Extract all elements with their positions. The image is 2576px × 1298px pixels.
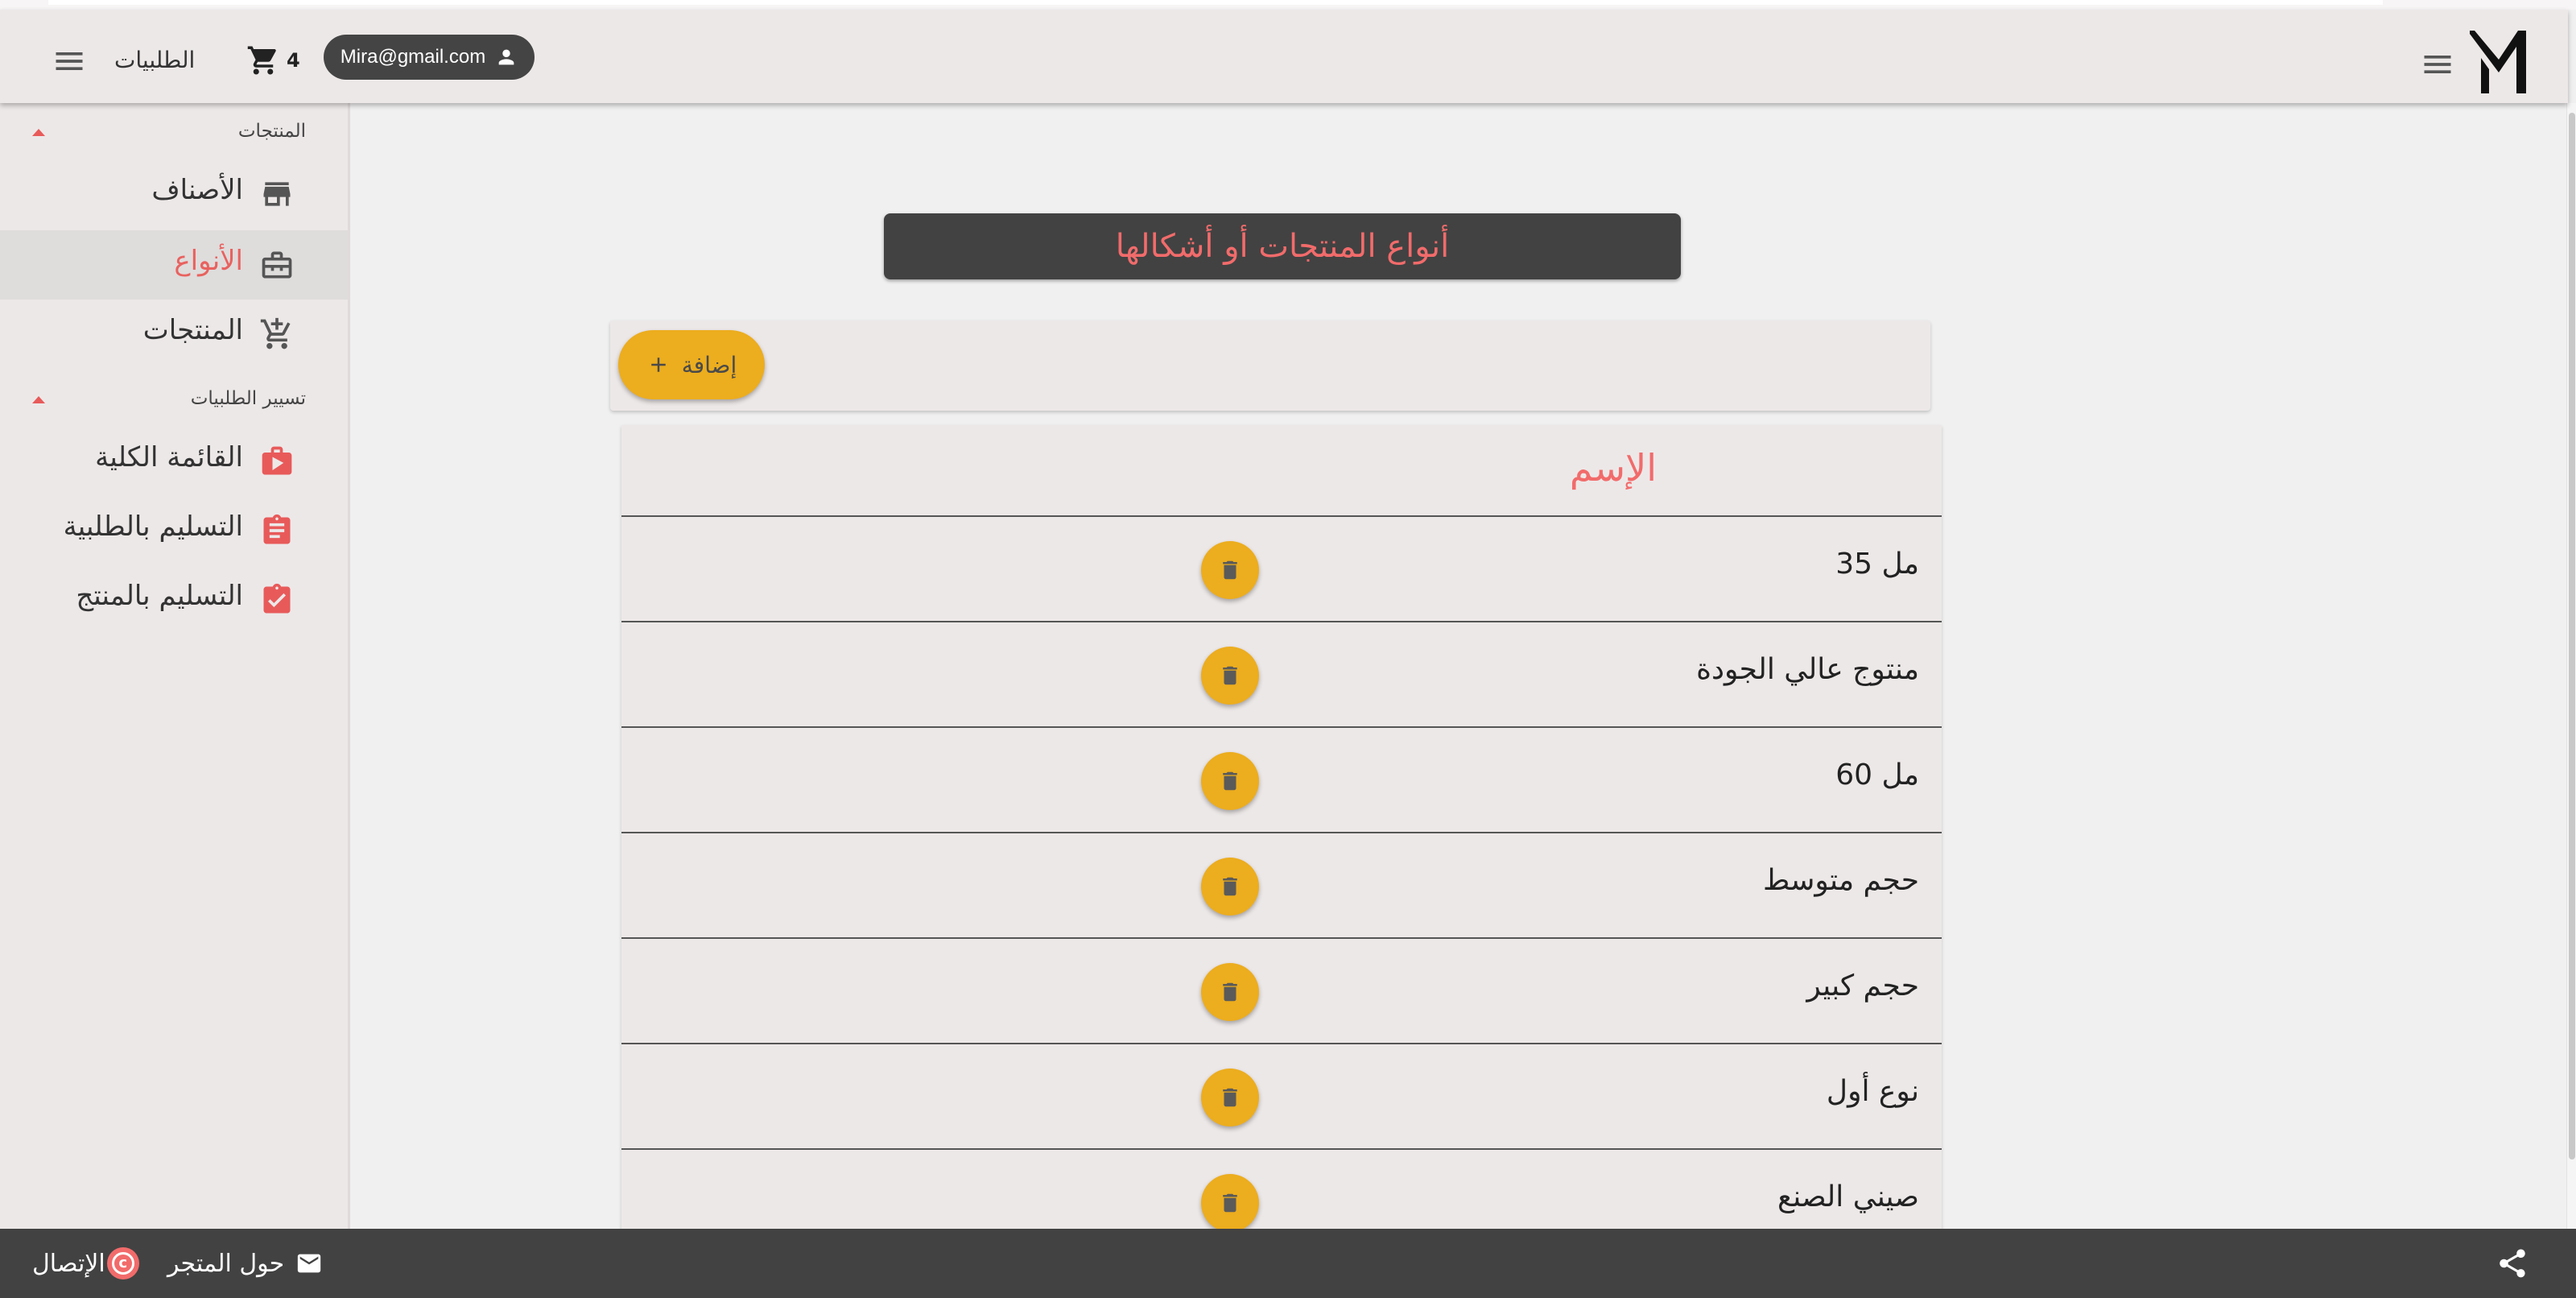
footer: حول المتجر الإتصال c bbox=[0, 1229, 2576, 1298]
sidebar-item-label: الأصناف bbox=[151, 174, 243, 206]
type-name-cell: نوع أول bbox=[1826, 1075, 1919, 1108]
add-button[interactable]: إضافة bbox=[618, 330, 765, 399]
page-scrollbar[interactable] bbox=[2566, 103, 2576, 1229]
delete-button[interactable] bbox=[1201, 541, 1259, 599]
menu-icon[interactable] bbox=[52, 43, 87, 79]
mail-icon bbox=[298, 1254, 321, 1273]
delete-button[interactable] bbox=[1201, 963, 1259, 1021]
sidebar-item-all-orders[interactable]: القائمة الكلية bbox=[0, 427, 348, 496]
sidebar-item-delivery-by-order[interactable]: التسليم بالطلبية bbox=[0, 496, 348, 565]
page-title: أنواع المنتجات أو أشكالها bbox=[884, 213, 1681, 279]
person-icon bbox=[498, 49, 514, 65]
sidebar-item-label: التسليم بالمنتج bbox=[76, 580, 243, 612]
types-table: الإسم 35 مل منتوج عالي الجودة 60 مل حجم متو… bbox=[621, 425, 1942, 1229]
sidebar-section-orders[interactable]: تسيير الطلبيات bbox=[0, 385, 348, 417]
clipboard-icon bbox=[259, 513, 295, 548]
column-header-name[interactable]: الإسم bbox=[1570, 446, 1657, 490]
section-title: المنتجات bbox=[237, 121, 306, 142]
orders-link[interactable]: الطلبيات bbox=[114, 40, 195, 81]
sidebar-item-types[interactable]: الأنواع bbox=[0, 230, 348, 300]
cart-button[interactable]: 4 bbox=[246, 42, 300, 79]
type-name-cell: صيني الصنع bbox=[1777, 1180, 1919, 1213]
trash-icon bbox=[1223, 982, 1237, 1002]
delete-button[interactable] bbox=[1201, 858, 1259, 916]
sidebar-section-products[interactable]: المنتجات bbox=[0, 118, 348, 150]
trash-icon bbox=[1223, 1193, 1237, 1213]
trash-icon bbox=[1223, 877, 1237, 896]
clipboard-check-icon bbox=[259, 582, 295, 618]
trash-icon bbox=[1223, 1088, 1237, 1107]
table-row: حجم كبير bbox=[621, 939, 1942, 1044]
table-toolbar: إضافة bbox=[610, 320, 1930, 411]
table-row: منتوج عالي الجودة bbox=[621, 622, 1942, 728]
sidebar-item-label: المنتجات bbox=[142, 314, 243, 346]
plus-icon bbox=[651, 358, 666, 372]
shopping-cart-icon bbox=[247, 46, 276, 75]
trash-icon bbox=[1223, 560, 1237, 580]
sidebar-item-label: القائمة الكلية bbox=[95, 441, 243, 473]
trash-icon bbox=[1223, 771, 1237, 791]
contact-label: الإتصال bbox=[32, 1249, 105, 1278]
sidebar-item-delivery-by-product[interactable]: التسليم بالمنتج bbox=[0, 565, 348, 635]
collapse-caret-icon bbox=[32, 396, 45, 403]
sidebar-item-label: التسليم بالطلبية bbox=[63, 511, 243, 543]
user-account-chip[interactable]: Mira@gmail.com bbox=[324, 35, 535, 80]
cart-add-icon bbox=[259, 316, 295, 352]
top-strip bbox=[0, 0, 2576, 10]
share-icon[interactable] bbox=[2496, 1246, 2529, 1280]
delete-button[interactable] bbox=[1201, 1069, 1259, 1126]
contact-link[interactable]: الإتصال c bbox=[32, 1243, 139, 1284]
table-row: صيني الصنع bbox=[621, 1150, 1942, 1229]
store-icon bbox=[259, 176, 295, 212]
table-row: نوع أول bbox=[621, 1044, 1942, 1150]
add-button-label: إضافة bbox=[681, 351, 737, 378]
type-name-cell: 35 مل bbox=[1835, 548, 1919, 581]
sidebar: المنتجات الأصناف الأنواع المنتجات تسيير … bbox=[0, 103, 350, 1229]
sidebar-item-categories[interactable]: الأصناف bbox=[0, 159, 348, 229]
table-header: الإسم bbox=[621, 425, 1942, 517]
type-name-cell: 60 مل bbox=[1835, 759, 1919, 792]
play-bag-icon bbox=[259, 444, 295, 479]
delete-button[interactable] bbox=[1201, 1174, 1259, 1229]
section-title: تسيير الطلبيات bbox=[190, 388, 306, 409]
delete-button[interactable] bbox=[1201, 647, 1259, 705]
type-name-cell: منتوج عالي الجودة bbox=[1696, 653, 1919, 686]
user-email: Mira@gmail.com bbox=[340, 46, 486, 68]
about-store-link[interactable]: حول المتجر bbox=[167, 1243, 323, 1284]
type-name-cell: حجم متوسط bbox=[1763, 864, 1919, 897]
about-store-label: حول المتجر bbox=[167, 1249, 285, 1278]
delete-button[interactable] bbox=[1201, 752, 1259, 810]
collapse-caret-icon bbox=[32, 129, 45, 136]
briefcase-icon bbox=[259, 247, 295, 283]
copyright-icon: c bbox=[106, 1247, 139, 1279]
sidebar-item-products[interactable]: المنتجات bbox=[0, 300, 348, 369]
table-row: حجم متوسط bbox=[621, 833, 1942, 939]
app-bar: الطلبيات 4 Mira@gmail.com bbox=[0, 10, 2568, 103]
type-name-cell: حجم كبير bbox=[1806, 969, 1919, 1002]
trash-icon bbox=[1223, 666, 1237, 685]
table-row: 35 مل bbox=[621, 517, 1942, 622]
brand-logo[interactable] bbox=[2467, 29, 2531, 95]
cart-count: 4 bbox=[287, 49, 300, 72]
sidebar-toggle-icon[interactable] bbox=[2420, 47, 2455, 82]
sidebar-item-label: الأنواع bbox=[174, 245, 243, 277]
table-row: 60 مل bbox=[621, 728, 1942, 833]
